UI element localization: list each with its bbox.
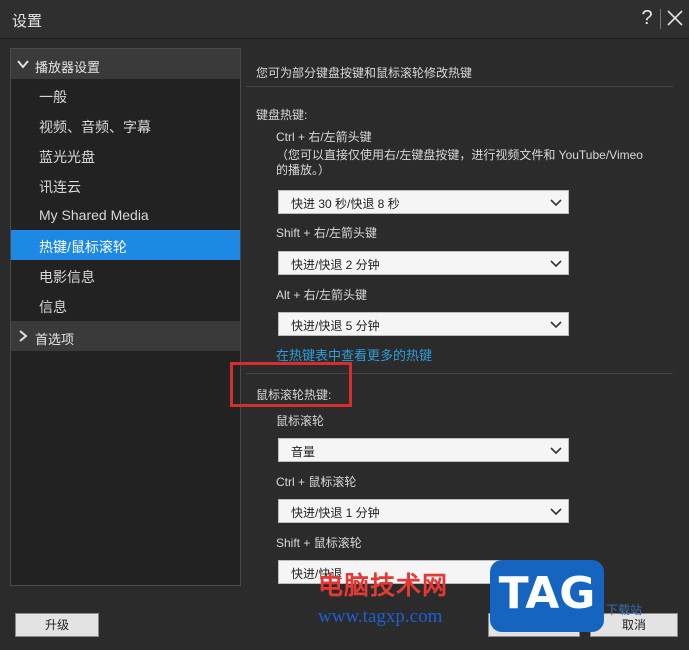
keyboard-hotkeys-heading: 键盘热键: <box>256 108 308 122</box>
divider <box>246 86 673 87</box>
chevron-right-icon <box>17 330 29 342</box>
chevron-down-icon <box>550 505 562 517</box>
sidebar-item-video-audio-subtitles[interactable]: 视频、音频、字幕 <box>11 110 240 140</box>
shift-wheel-label: Shift + 鼠标滚轮 <box>276 536 362 550</box>
watermark-logo-text: TAG <box>498 568 596 619</box>
shift-arrow-select[interactable]: 快进/快退 2 分钟 <box>278 251 569 275</box>
chevron-down-icon <box>17 58 29 70</box>
sidebar-item-label: My Shared Media <box>39 207 149 223</box>
title-bar: 设置 ? <box>0 0 689 39</box>
sidebar-item-label: 电影信息 <box>39 269 95 285</box>
close-icon[interactable] <box>664 6 686 30</box>
select-value: 快进/快退 5 分钟 <box>291 319 380 333</box>
title-separator <box>660 9 661 29</box>
sidebar-item-general[interactable]: 一般 <box>11 80 240 110</box>
chevron-down-icon <box>550 444 562 456</box>
alt-arrow-label: Alt + 右/左箭头键 <box>276 288 368 302</box>
settings-sidebar: 播放器设置 一般 视频、音频、字幕 蓝光光盘 讯连云 My Shared Med… <box>10 48 241 586</box>
sidebar-item-hotkeys[interactable]: 热键/鼠标滚轮 <box>11 230 240 260</box>
sidebar-item-my-shared-media[interactable]: My Shared Media <box>11 200 240 230</box>
sidebar-item-cloud[interactable]: 讯连云 <box>11 170 240 200</box>
sidebar-item-label: 视频、音频、字幕 <box>39 119 151 135</box>
watermark-logo: TAG <box>490 560 604 632</box>
mouse-wheel-select[interactable]: 音量 <box>278 438 569 462</box>
chevron-down-icon <box>550 196 562 208</box>
sidebar-item-label: 讯连云 <box>39 179 81 195</box>
sidebar-item-label: 蓝光光盘 <box>39 149 95 165</box>
sidebar-item-bluray[interactable]: 蓝光光盘 <box>11 140 240 170</box>
ctrl-wheel-select[interactable]: 快进/快退 1 分钟 <box>278 499 569 523</box>
ctrl-arrow-select[interactable]: 快进 30 秒/快退 8 秒 <box>278 190 569 214</box>
ctrl-arrow-note: （您可以直接仅使用右/左键盘按键，进行视频文件和 YouTube/Vimeo 的… <box>276 148 643 177</box>
category-preferences[interactable]: 首选项 <box>11 321 240 351</box>
category-label: 首选项 <box>35 332 75 347</box>
window-title: 设置 <box>12 13 43 30</box>
alt-arrow-select[interactable]: 快进/快退 5 分钟 <box>278 312 569 336</box>
select-value: 快进/快退 1 分钟 <box>291 506 380 520</box>
category-player-settings[interactable]: 播放器设置 <box>11 49 240 79</box>
select-value: 音量 <box>291 445 316 459</box>
intro-text: 您可为部分键盘按键和鼠标滚轮修改热键 <box>256 66 473 80</box>
select-value: 快进 30 秒/快退 8 秒 <box>291 197 400 211</box>
watermark-small-text: 下载站 <box>606 603 643 617</box>
help-button[interactable]: ? <box>636 6 658 30</box>
ctrl-wheel-label: Ctrl + 鼠标滚轮 <box>276 475 357 489</box>
sidebar-item-movie-info[interactable]: 电影信息 <box>11 260 240 290</box>
hotkey-settings-panel: 您可为部分键盘按键和鼠标滚轮修改热键 键盘热键: Ctrl + 右/左箭头键 （… <box>246 48 683 584</box>
watermark-url: www.tagxp.com <box>318 606 443 627</box>
sidebar-item-label: 信息 <box>39 299 67 315</box>
chevron-down-icon <box>550 257 562 269</box>
highlight-annotation-box <box>230 362 352 407</box>
category-label: 播放器设置 <box>35 60 101 75</box>
mouse-wheel-label: 鼠标滚轮 <box>276 414 325 428</box>
watermark-title: 电脑技术网 <box>318 572 449 600</box>
sidebar-item-label: 热键/鼠标滚轮 <box>39 239 127 255</box>
select-value: 快进/快退 2 分钟 <box>291 258 380 272</box>
ctrl-arrow-label: Ctrl + 右/左箭头键 <box>276 130 372 144</box>
sidebar-item-info[interactable]: 信息 <box>11 290 240 320</box>
upgrade-button[interactable]: 升级 <box>15 613 99 637</box>
shift-arrow-label: Shift + 右/左箭头键 <box>276 226 378 240</box>
sidebar-item-label: 一般 <box>39 89 67 105</box>
chevron-down-icon <box>550 318 562 330</box>
